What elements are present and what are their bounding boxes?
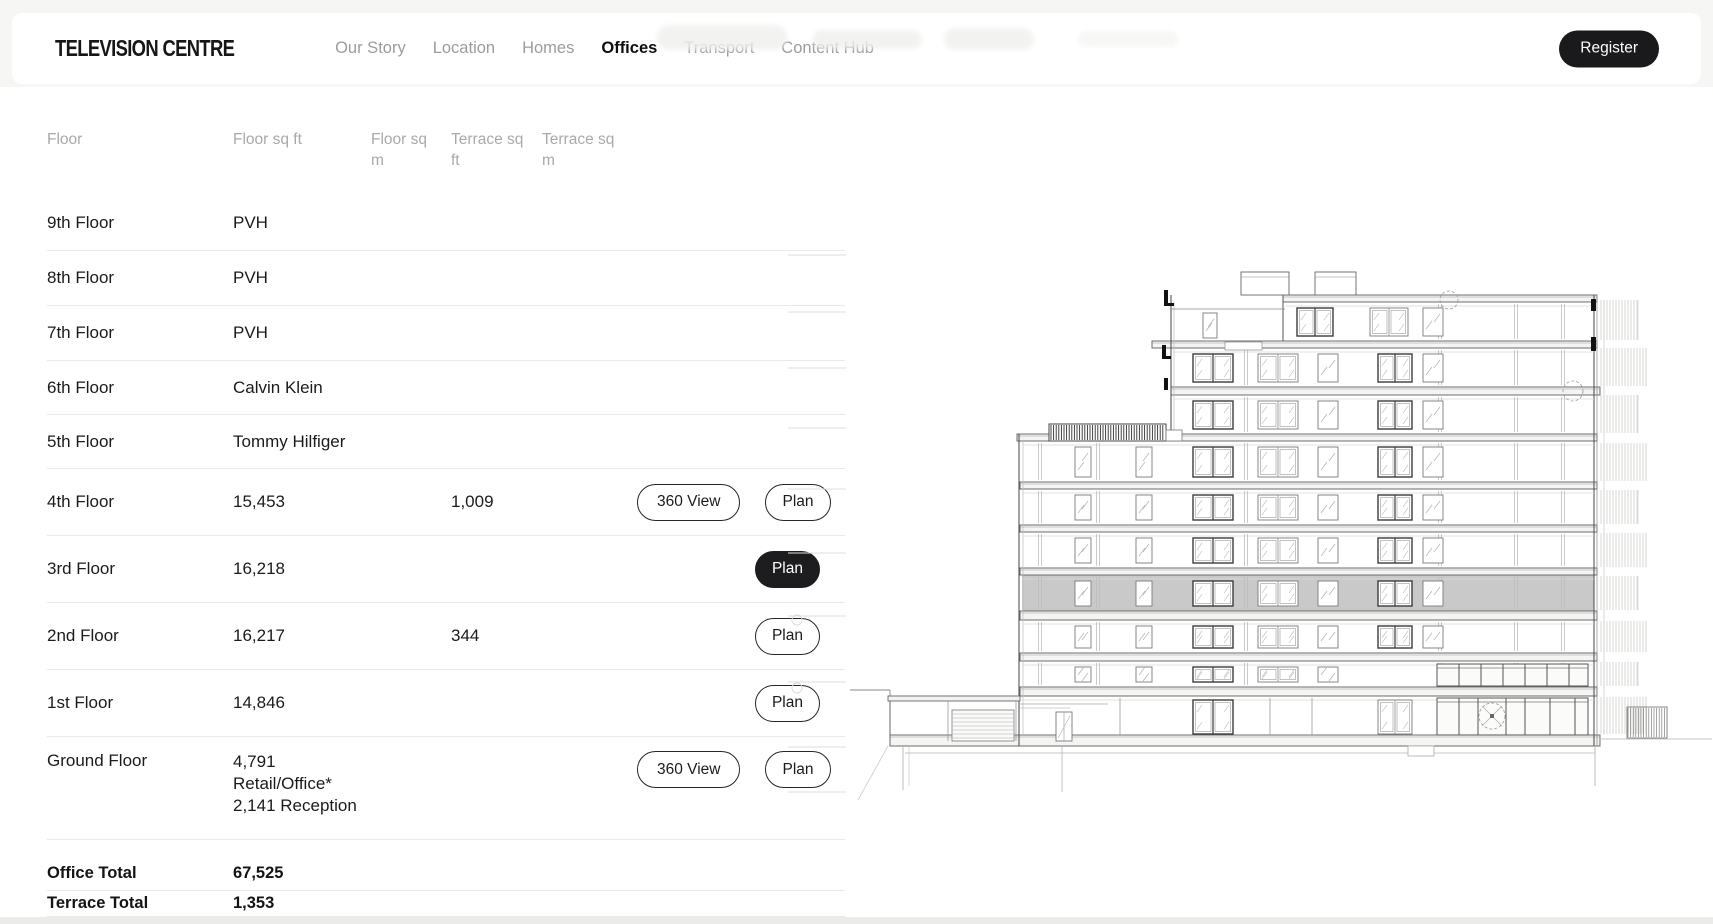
nav-item-our-story[interactable]: Our Story [335,39,406,58]
column-header-floor-sq-ft: Floor sq ft [233,130,371,151]
cell-floor: Ground Floor [47,737,233,771]
building-section-svg [785,240,1713,815]
table-row-3rd-floor: 3rd Floor16,218Plan [47,536,845,603]
table-row-7th-floor: 7th FloorPVH [47,306,845,361]
main-nav: Our Story Location Homes Offices Transport Co… [335,39,874,58]
cell-floor-sq-ft: 14,846 [233,693,371,713]
nav-item-location[interactable]: Location [433,39,495,58]
cell-floor: 6th Floor [47,378,233,398]
totals-row-office-total: Office Total67,525 [47,840,845,891]
floor-sq-ft-line: 4,791 [233,751,363,773]
column-header-terrace-sq-m: Terrace sq m [542,130,637,172]
table-row-2nd-floor: 2nd Floor16,217344Plan [47,603,845,670]
table-row-5th-floor: 5th FloorTommy Hilfiger [47,415,845,469]
column-header-floor: Floor [47,130,233,151]
cell-floor: 2nd Floor [47,626,233,646]
header-inner: TELEVISION CENTRE Our Story Location Homes… [12,13,1701,84]
cell-terrace-sq-ft [451,737,542,751]
cell-floor-sq-ft: Tommy Hilfiger [233,432,371,452]
cell-terrace-sq-m [542,737,637,751]
cell-floor-sq-ft: PVH [233,268,371,288]
cell-floor-sq-ft: PVH [233,213,371,233]
cell-floor: 1st Floor [47,693,233,713]
cell-floor-sq-ft: 16,218 [233,559,371,579]
cell-floor-sq-ft: PVH [233,323,371,343]
main-content: FloorFloor sq ftFloor sq mTerrace sq ftT… [0,87,1713,917]
header: TELEVISION CENTRE Our Story Location Homes… [12,13,1701,84]
nav-item-offices[interactable]: Offices [601,39,657,58]
nav-item-content-hub[interactable]: Content Hub [781,39,874,58]
brand-logo[interactable]: TELEVISION CENTRE [55,35,234,62]
cell-floor: 7th Floor [47,323,233,343]
totals-row-terrace-total: Terrace Total1,353 [47,891,845,917]
cell-floor: 9th Floor [47,213,233,233]
floor-sq-ft-line: 2,141 Reception [233,795,363,817]
register-button[interactable]: Register [1559,30,1659,67]
totals-label: Terrace Total [47,894,233,913]
cell-floor-sq-ft: 16,217 [233,626,371,646]
nav-item-homes[interactable]: Homes [522,39,574,58]
totals-value: 1,353 [233,894,845,913]
cell-floor-sq-m [371,737,451,751]
nav-item-transport[interactable]: Transport [684,39,754,58]
ghost-nav-artifact [1078,31,1178,47]
table-row-ground-floor: Ground Floor4,791Retail/Office*2,141 Rec… [47,737,845,840]
column-header-floor-sq-m: Floor sq m [371,130,451,172]
cell-floor: 5th Floor [47,432,233,452]
next-section-edge [0,917,1713,924]
table-row-8th-floor: 8th FloorPVH [47,251,845,306]
table-header-row: FloorFloor sq ftFloor sq mTerrace sq ftT… [47,130,845,196]
cell-floor: 4th Floor [47,492,233,512]
totals-label: Office Total [47,864,233,883]
cell-floor: 3rd Floor [47,559,233,579]
cell-terrace-sq-ft: 1,009 [451,492,542,512]
table-row-6th-floor: 6th FloorCalvin Klein [47,361,845,415]
floor-sq-ft-line: Retail/Office* [233,773,363,795]
totals-value: 67,525 [233,864,845,883]
view-360-button[interactable]: 360 View [637,484,740,521]
table-row-1st-floor: 1st Floor14,846Plan [47,670,845,737]
view-360-button[interactable]: 360 View [637,751,740,788]
cell-floor: 8th Floor [47,268,233,288]
table-row-9th-floor: 9th FloorPVH [47,196,845,251]
cell-floor-sq-ft: 15,453 [233,492,371,512]
floor-availability-table: FloorFloor sq ftFloor sq mTerrace sq ftT… [47,130,845,917]
cell-floor-sq-ft: 4,791Retail/Office*2,141 Reception [233,737,371,817]
cell-terrace-sq-ft: 344 [451,626,542,646]
column-header-terrace-sq-ft: Terrace sq ft [451,130,542,172]
cell-floor-sq-ft: Calvin Klein [233,378,371,398]
ghost-nav-artifact [944,28,1034,50]
building-section-drawing [785,240,1713,815]
table-row-4th-floor: 4th Floor15,4531,009360 ViewPlan [47,469,845,536]
